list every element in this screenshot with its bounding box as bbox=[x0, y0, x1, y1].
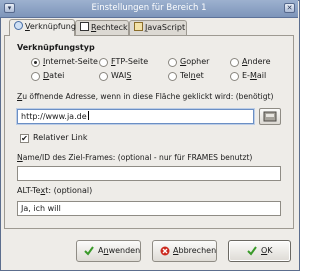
link-type-heading: Verknüpfungstyp bbox=[17, 43, 95, 52]
javascript-icon bbox=[134, 22, 143, 31]
radio-telnet[interactable] bbox=[168, 72, 177, 81]
radio-label-internet-seite[interactable]: Internet-Seite bbox=[43, 57, 98, 66]
alt-text-input[interactable]: Ja, ich will bbox=[17, 201, 281, 216]
window-menu-icon[interactable]: ▾ bbox=[4, 3, 15, 13]
apply-check-icon bbox=[84, 246, 94, 256]
window-title: Einstellungen für Bereich 1 bbox=[91, 3, 207, 13]
alt-text-label: ALT-Text: (optional) bbox=[17, 186, 93, 195]
tab-verknuepfung[interactable]: Verknüpfung bbox=[9, 19, 76, 36]
target-frame-label: Name/ID des Ziel-Frames: (optional - nur… bbox=[17, 153, 253, 162]
radio-gopher[interactable] bbox=[168, 58, 177, 67]
radio-label-ftp-seite[interactable]: FTP-Seite bbox=[111, 57, 148, 66]
target-frame-input[interactable] bbox=[17, 166, 281, 181]
url-input[interactable]: http://www.ja.de bbox=[17, 109, 254, 124]
browse-button[interactable] bbox=[259, 108, 281, 125]
cancel-button[interactable]: Abbrechen bbox=[152, 240, 217, 262]
radio-andere[interactable] bbox=[230, 58, 239, 67]
ok-check-icon bbox=[247, 246, 257, 256]
radio-ftp-seite[interactable] bbox=[99, 58, 108, 67]
radio-label-gopher[interactable]: Gopher bbox=[180, 57, 209, 66]
rectangle-icon bbox=[80, 22, 89, 31]
apply-button[interactable]: Anwenden bbox=[76, 240, 141, 262]
url-label: Zu öffnende Adresse, wenn in diese Fläch… bbox=[17, 92, 274, 101]
relative-link-label[interactable]: Relativer Link bbox=[33, 133, 87, 142]
folder-browse-icon bbox=[263, 111, 277, 122]
radio-internet-seite[interactable] bbox=[31, 58, 40, 67]
tab-javascript[interactable]: JavaScript bbox=[129, 20, 187, 35]
close-icon[interactable]: ✕ bbox=[284, 3, 295, 13]
radio-label-telnet[interactable]: Telnet bbox=[180, 71, 204, 80]
cancel-icon bbox=[160, 246, 170, 256]
relative-link-checkbox[interactable]: ✔ bbox=[20, 134, 29, 143]
radio-label-datei[interactable]: Datei bbox=[43, 71, 64, 80]
tab-rechteck[interactable]: Rechteck bbox=[75, 20, 129, 35]
radio-e-mail[interactable] bbox=[230, 72, 239, 81]
link-icon bbox=[14, 21, 23, 30]
radio-label-andere[interactable]: Andere bbox=[242, 57, 271, 66]
radio-datei[interactable] bbox=[31, 72, 40, 81]
radio-label-wais[interactable]: WAIS bbox=[111, 71, 131, 80]
ok-button[interactable]: OK bbox=[228, 240, 291, 262]
radio-label-e-mail[interactable]: E-Mail bbox=[242, 71, 266, 80]
radio-wais[interactable] bbox=[99, 72, 108, 81]
